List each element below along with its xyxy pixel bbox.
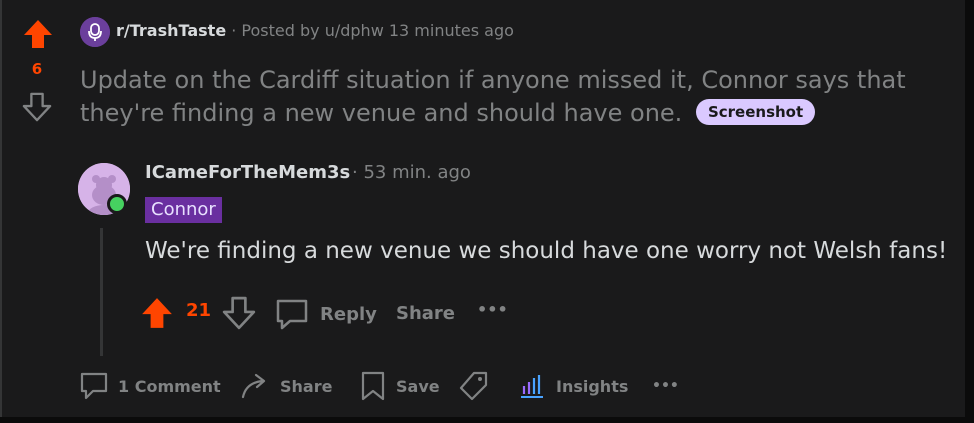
thread-line[interactable] xyxy=(100,228,103,356)
comment-share-button[interactable]: Share xyxy=(396,303,455,324)
award-button[interactable] xyxy=(458,364,500,408)
online-status-indicator xyxy=(107,194,127,214)
downvote-icon[interactable] xyxy=(22,92,52,126)
insights-label: Insights xyxy=(556,376,629,396)
reply-label: Reply xyxy=(320,303,377,325)
reply-icon xyxy=(276,299,308,330)
comment-score: 21 xyxy=(186,300,212,321)
comments-button[interactable]: 1 Comment xyxy=(80,364,221,408)
post-title[interactable]: Update on the Cardiff situation if anyon… xyxy=(80,64,940,130)
comment-more-icon[interactable]: ••• xyxy=(477,300,508,319)
comment-icon xyxy=(80,372,108,400)
share-button[interactable]: Share xyxy=(240,364,332,408)
insights-icon xyxy=(521,375,543,398)
save-button[interactable]: Save xyxy=(360,364,440,408)
subreddit-link[interactable]: r/TrashTaste xyxy=(116,21,226,40)
post-actions-bar: 1 Comment Share Save Insights ••• xyxy=(72,364,965,408)
comment-username[interactable]: ICameForTheMem3s xyxy=(145,162,350,183)
post-score: 6 xyxy=(31,60,43,78)
comment-timestamp[interactable]: · 53 min. ago xyxy=(352,162,471,183)
comment-downvote-icon[interactable] xyxy=(222,296,256,330)
comment-upvote-icon[interactable] xyxy=(140,296,174,330)
subreddit-icon[interactable] xyxy=(80,17,110,47)
frame-bottom xyxy=(0,417,974,423)
user-flair: Connor xyxy=(145,197,222,223)
award-icon xyxy=(459,371,488,401)
save-icon xyxy=(361,371,385,401)
post-flair[interactable]: Screenshot xyxy=(695,99,816,125)
comment-body: We're finding a new venue we should have… xyxy=(145,238,948,264)
share-icon xyxy=(241,373,266,399)
insights-button[interactable]: Insights xyxy=(518,364,628,408)
post-meta: r/TrashTaste · Posted by u/dphw 13 minut… xyxy=(116,21,514,40)
post-more-icon[interactable]: ••• xyxy=(652,364,679,408)
comments-label: 1 Comment xyxy=(118,376,221,396)
share-label: Share xyxy=(280,376,333,396)
upvote-icon[interactable] xyxy=(22,18,54,54)
frame-right xyxy=(965,0,974,423)
reply-button[interactable]: Reply xyxy=(274,296,377,332)
post-meta-suffix: · Posted by u/dphw 13 minutes ago xyxy=(226,21,514,40)
save-label: Save xyxy=(396,376,440,396)
